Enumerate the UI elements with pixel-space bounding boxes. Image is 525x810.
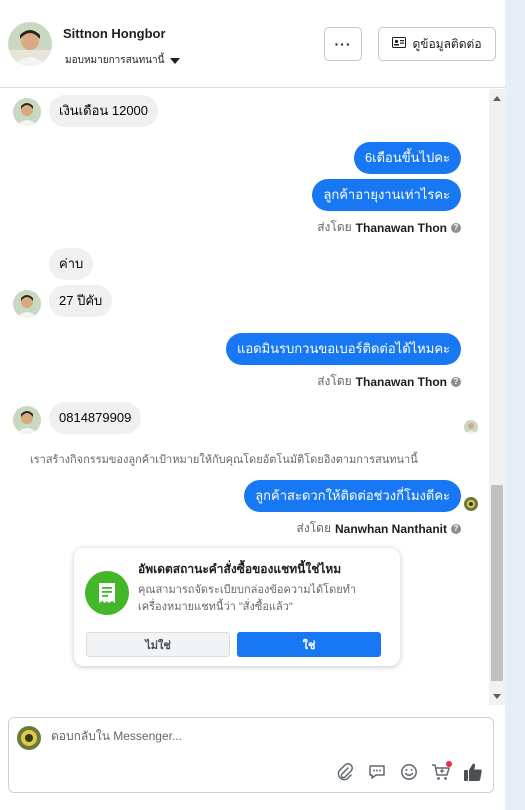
scroll-up-arrow-icon[interactable] bbox=[493, 96, 501, 101]
incoming-message[interactable]: เงินเดือน 12000 bbox=[49, 95, 159, 127]
no-button[interactable]: ไม่ใช่ bbox=[86, 632, 230, 657]
outgoing-message[interactable]: ลูกค้าอายุงานเท่าไรคะ bbox=[312, 179, 461, 211]
sent-by-prefix: ส่งโดย bbox=[296, 521, 331, 535]
sent-by-label: ส่งโดย Thanawan Thon ? bbox=[317, 218, 461, 237]
receipt-icon bbox=[85, 571, 129, 615]
sent-by-name: Thanawan Thon bbox=[355, 220, 447, 235]
assign-conversation-dropdown[interactable]: มอบหมายการสนทนานี้ bbox=[65, 53, 181, 68]
reply-input[interactable] bbox=[51, 729, 451, 743]
panel-edge bbox=[505, 0, 525, 810]
info-icon[interactable]: ? bbox=[451, 376, 461, 387]
cart-icon[interactable] bbox=[431, 761, 452, 782]
seen-avatar bbox=[464, 420, 478, 434]
reply-composer bbox=[8, 717, 494, 793]
composer-tools bbox=[335, 761, 483, 782]
messenger-inbox-panel: Sittnon Hongbor มอบหมายการสนทนานี้ ··· ด… bbox=[0, 0, 525, 810]
sent-by-prefix: ส่งโดย bbox=[317, 374, 352, 388]
sender-avatar bbox=[13, 98, 41, 126]
incoming-message[interactable]: 0814879909 bbox=[49, 402, 142, 434]
yes-button[interactable]: ใช่ bbox=[237, 632, 381, 657]
assign-label: มอบหมายการสนทนานี้ bbox=[65, 55, 165, 66]
saved-reply-icon[interactable] bbox=[367, 762, 387, 782]
contact-avatar[interactable] bbox=[8, 22, 52, 66]
sent-by-label: ส่งโดย Thanawan Thon ? bbox=[317, 372, 461, 391]
contact-name[interactable]: Sittnon Hongbor bbox=[63, 26, 166, 41]
card-title: อัพเดตสถานะคำสั่งซื้อของแชทนี้ใช่ไหม bbox=[138, 562, 342, 576]
scroll-down-arrow-icon[interactable] bbox=[493, 694, 501, 699]
sender-avatar bbox=[13, 406, 41, 434]
order-status-card: อัพเดตสถานะคำสั่งซื้อของแชทนี้ใช่ไหม คุณ… bbox=[74, 548, 400, 666]
seen-avatar bbox=[464, 497, 478, 511]
scrollbar-thumb[interactable] bbox=[491, 485, 503, 681]
message-thread[interactable]: เงินเดือน 12000 6เดือนขึ้นไปคะ ลูกค้าอาย… bbox=[0, 89, 505, 705]
sent-by-label: ส่งโดย Nanwhan Nanthanit ? bbox=[297, 519, 461, 538]
notification-dot bbox=[446, 761, 452, 767]
outgoing-message[interactable]: 6เดือนขึ้นไปคะ bbox=[353, 142, 461, 174]
incoming-message[interactable]: ค่าบ bbox=[49, 248, 94, 280]
page-avatar bbox=[17, 726, 41, 750]
sender-avatar bbox=[13, 290, 41, 318]
info-icon[interactable]: ? bbox=[451, 222, 461, 233]
emoji-icon[interactable] bbox=[399, 762, 419, 782]
caret-down-icon bbox=[170, 57, 181, 64]
sent-by-prefix: ส่งโดย bbox=[317, 220, 352, 234]
sent-by-name: Thanawan Thon bbox=[355, 374, 447, 389]
sent-by-name: Nanwhan Nanthanit bbox=[334, 521, 447, 536]
paperclip-icon[interactable] bbox=[335, 762, 355, 782]
view-contact-button[interactable]: ดูข้อมูลติดต่อ bbox=[378, 27, 496, 61]
conversation-header: Sittnon Hongbor มอบหมายการสนทนานี้ ··· ด… bbox=[0, 0, 505, 88]
thumbs-up-icon[interactable] bbox=[463, 762, 483, 782]
view-contact-label: ดูข้อมูลติดต่อ bbox=[412, 36, 482, 51]
card-description: คุณสามารถจัดระเบียบกล่องข้อความได้โดยทำเ… bbox=[138, 584, 357, 613]
outgoing-message[interactable]: ลูกค้าสะดวกให้ติดต่อช่วงกี่โมงดีคะ bbox=[244, 480, 461, 512]
incoming-message[interactable]: 27 ปีคับ bbox=[49, 285, 113, 317]
more-options-button[interactable]: ··· bbox=[324, 27, 362, 61]
info-icon[interactable]: ? bbox=[451, 523, 461, 534]
outgoing-message[interactable]: แอดมินรบกวนขอเบอร์ติดต่อได้ไหมคะ bbox=[225, 333, 461, 365]
contact-card-icon bbox=[392, 37, 407, 51]
system-note: เราสร้างกิจกรรมของลูกค้าเป้าหมายให้กับคุ… bbox=[30, 454, 418, 466]
